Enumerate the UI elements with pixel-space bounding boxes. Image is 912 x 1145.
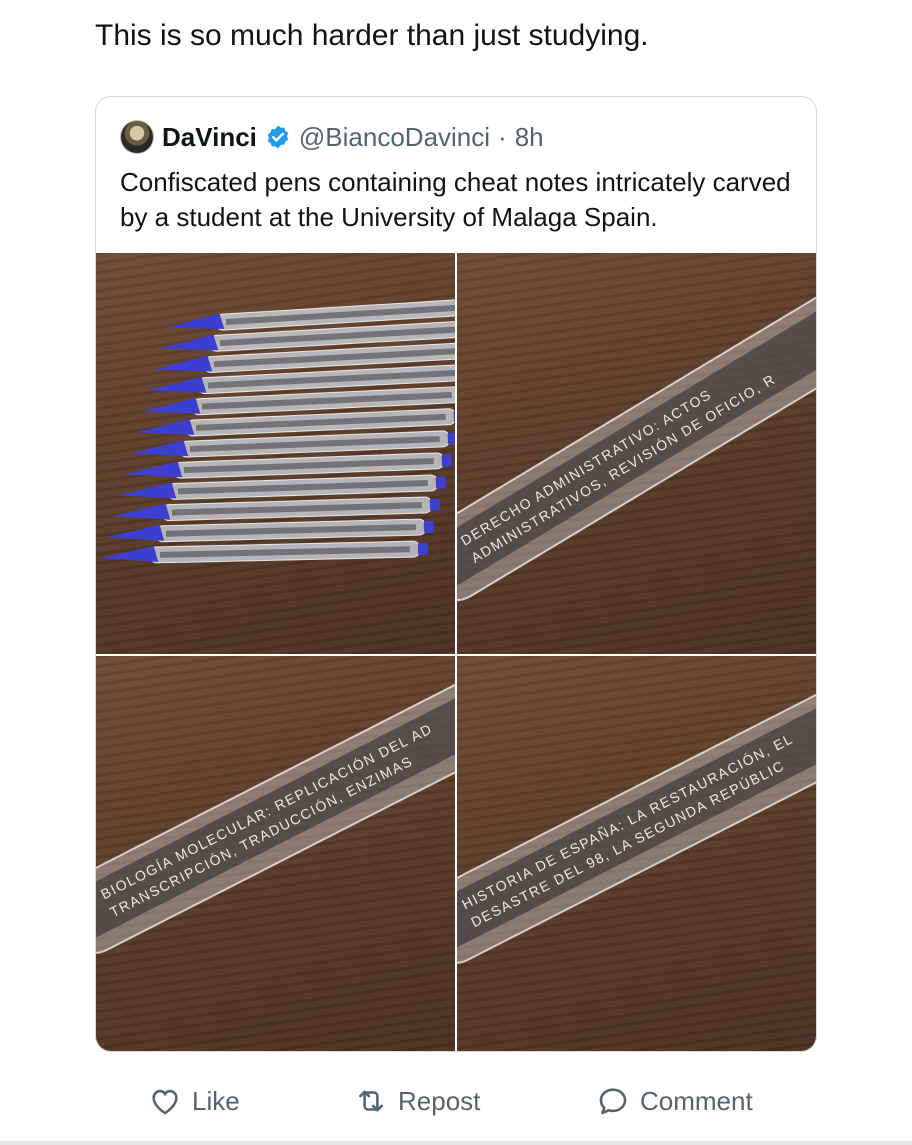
- pen: [106, 518, 434, 543]
- pen-end-plug: [429, 498, 440, 511]
- photo-pens-pile[interactable]: [96, 253, 455, 654]
- like-label: Like: [192, 1085, 240, 1116]
- engraving-line-2: ADMINISTRATIVOS, REVISIÓN DE OFICIO, R: [468, 371, 778, 566]
- engraving-line-2: TRANSCRIPCIÓN, TRADUCCIÓN, ENZIMAS: [107, 753, 415, 921]
- like-button[interactable]: Like: [148, 1084, 240, 1118]
- pen-cap: [136, 419, 195, 435]
- pen-cap: [166, 313, 225, 330]
- quoted-tweet-header: DaVinci @BiancoDavinci · 8h: [120, 119, 544, 155]
- action-bar: Like Repost Comment: [0, 1078, 912, 1130]
- heart-icon: [152, 1089, 178, 1115]
- divider: [0, 1141, 912, 1145]
- media-grid: DERECHO ADMINISTRATIVO: ACTOS ADMINISTRA…: [96, 253, 816, 1051]
- quoted-tweet-text: Confiscated pens containing cheat notes …: [120, 167, 791, 232]
- pen-closeup-illustration: BIOLOGÍA MOLECULAR: REPLICACIÓN DEL AD T…: [96, 667, 455, 955]
- photo-pen-closeup-1[interactable]: DERECHO ADMINISTRATIVO: ACTOS ADMINISTRA…: [457, 253, 816, 654]
- comment-label: Comment: [640, 1085, 753, 1116]
- engraving-line-1: BIOLOGÍA MOLECULAR: REPLICACIÓN DEL AD: [98, 720, 435, 902]
- pen-cap: [160, 334, 219, 351]
- pen-cap: [154, 355, 213, 372]
- pen-closeup-illustration: HISTORIA DE ESPAÑA: LA RESTAURACIÓN, EL …: [457, 677, 816, 965]
- repost-label: Repost: [398, 1085, 481, 1116]
- engraving-line-1: HISTORIA DE ESPAÑA: LA RESTAURACIÓN, EL: [459, 730, 796, 912]
- pen-end-plug: [435, 476, 446, 489]
- pen-cap: [100, 546, 159, 562]
- photo-pen-closeup-3[interactable]: HISTORIA DE ESPAÑA: LA RESTAURACIÓN, EL …: [457, 656, 816, 1051]
- comment-button[interactable]: Comment: [596, 1084, 753, 1118]
- avatar[interactable]: [120, 120, 154, 154]
- post-text: This is so much harder than just studyin…: [95, 19, 649, 52]
- pen-closeup-illustration: DERECHO ADMINISTRATIVO: ACTOS ADMINISTRA…: [457, 286, 816, 602]
- engraving-line-2: DESASTRE DEL 98, LA SEGUNDA REPÚBLIC: [468, 757, 787, 930]
- post-time[interactable]: 8h: [515, 119, 544, 155]
- pen: [118, 474, 446, 500]
- pens-illustration: [100, 298, 455, 564]
- photo-pen-closeup-2[interactable]: BIOLOGÍA MOLECULAR: REPLICACIÓN DEL AD T…: [96, 656, 455, 1051]
- speech-bubble-icon: [599, 1088, 627, 1115]
- pen-end-plug: [447, 432, 455, 445]
- pen-end-plug: [441, 454, 452, 467]
- verified-badge-icon: [267, 125, 289, 149]
- pen-cap: [118, 482, 177, 499]
- separator-dot: ·: [498, 122, 507, 152]
- pen-cap: [106, 524, 165, 541]
- pen-end-plug: [423, 520, 434, 533]
- author-name[interactable]: DaVinci: [162, 119, 257, 155]
- pen-cap: [142, 397, 201, 414]
- pen-end-plug: [417, 542, 429, 555]
- pen-cap: [124, 461, 183, 478]
- pen: [100, 540, 429, 564]
- repost-button[interactable]: Repost: [354, 1084, 480, 1118]
- pen: [112, 496, 440, 522]
- author-handle[interactable]: @BiancoDavinci: [299, 119, 490, 155]
- pen-cap: [130, 440, 189, 457]
- quoted-tweet-card[interactable]: DaVinci @BiancoDavinci · 8h Confiscated …: [95, 96, 817, 1052]
- pen-cap: [148, 376, 207, 393]
- repost-icon: [359, 1090, 383, 1112]
- pen-cap: [112, 503, 171, 520]
